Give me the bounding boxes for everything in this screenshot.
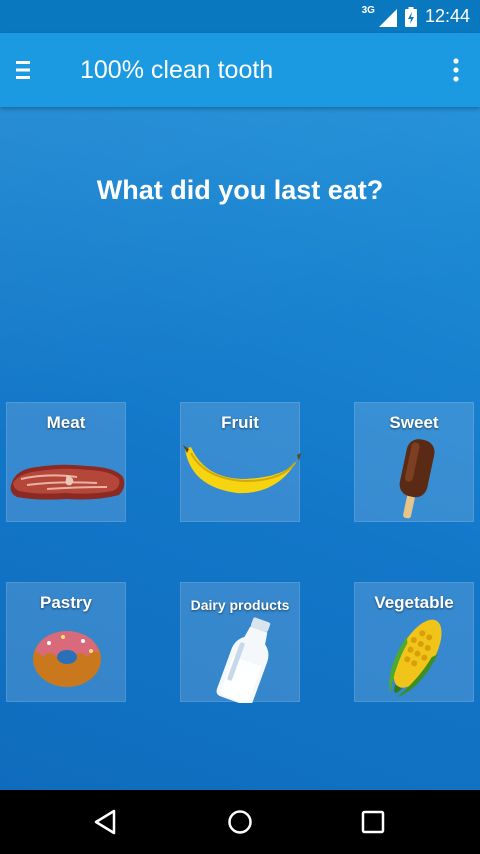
app-title: 100% clean tooth: [80, 56, 274, 84]
menu-button[interactable]: [10, 55, 36, 85]
category-tile-vegetable[interactable]: Vegetable: [354, 582, 474, 702]
category-tile-sweet[interactable]: Sweet: [354, 402, 474, 522]
battery-icon: [404, 6, 417, 27]
main-content: What did you last eat? Meat Fruit Sweet: [0, 107, 480, 790]
steak-icon: [10, 464, 125, 500]
category-label: Fruit: [221, 413, 259, 432]
milk-bottle-icon: [216, 617, 271, 703]
question-heading: What did you last eat?: [96, 175, 384, 205]
app-bar: 100% clean tooth: [0, 33, 480, 107]
signal-icon: [378, 8, 397, 27]
category-tile-meat[interactable]: Meat: [6, 402, 126, 522]
recents-square-icon[interactable]: [357, 806, 389, 838]
donut-icon: [33, 631, 101, 687]
banana-icon: [183, 445, 301, 494]
network-type: 3G: [361, 5, 375, 16]
category-tile-dairy[interactable]: Dairy products: [180, 582, 300, 703]
category-tile-pastry[interactable]: Pastry: [6, 582, 126, 702]
status-icons: 3G 12:44: [362, 0, 470, 33]
navigation-bar: [0, 790, 480, 854]
category-label: Meat: [46, 413, 86, 432]
home-circle-icon[interactable]: [224, 806, 256, 838]
clock: 12:44: [424, 6, 470, 26]
category-label: Vegetable: [374, 593, 454, 612]
category-tile-fruit[interactable]: Fruit: [180, 402, 301, 522]
hamburger-menu-icon: [16, 61, 30, 79]
back-triangle-icon[interactable]: [90, 806, 122, 838]
category-label: Dairy products: [190, 597, 290, 613]
status-bar: 3G 12:44: [0, 0, 480, 33]
category-label: Pastry: [40, 593, 92, 612]
ice-cream-bar-icon: [399, 439, 435, 519]
more-vert-icon: [453, 58, 459, 82]
category-label: Sweet: [389, 413, 439, 432]
corn-icon: [389, 619, 442, 698]
overflow-menu-button[interactable]: [446, 55, 466, 85]
